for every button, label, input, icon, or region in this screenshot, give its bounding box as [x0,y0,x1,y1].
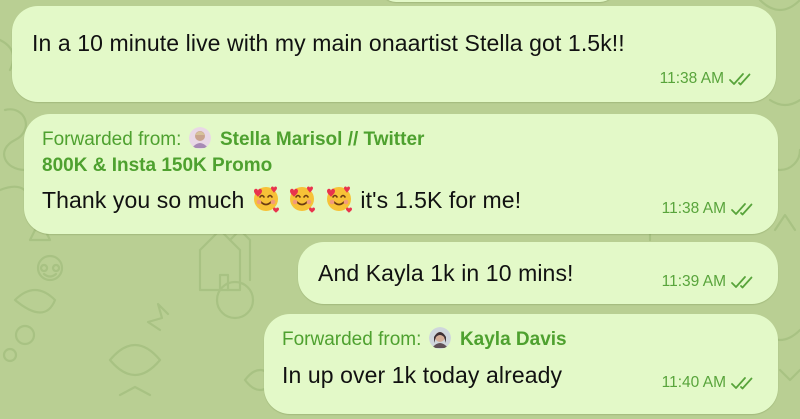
forwarded-label: Forwarded from: [282,329,422,350]
message-bubble-forwarded[interactable]: Forwarded from: Kayla Davis In up over 1… [264,314,778,414]
forwarded-source-name-continued[interactable]: 800K & Insta 150K Promo [42,155,272,177]
message-text: In a 10 minute live with my main onaarti… [32,30,625,56]
smiling-face-with-hearts-icon [326,186,352,213]
double-check-icon [731,377,753,390]
double-check-icon [729,73,751,86]
forwarded-label: Forwarded from: [42,129,182,150]
message-bubble-partial[interactable] [380,0,616,2]
message-text: In up over 1k today already [282,362,563,388]
message-meta: 11:40 AM [662,374,756,392]
forwarded-source-name[interactable]: Kayla Davis [460,329,567,350]
message-text-part: it's 1.5K for me! [360,187,522,213]
message-meta: 11:39 AM [662,273,756,291]
double-check-icon [731,203,753,216]
message-bubble-forwarded[interactable]: Forwarded from: Stella Marisol // Twitte… [24,114,778,234]
message-time: 11:39 AM [661,273,726,290]
message-meta: 11:38 AM [662,200,756,218]
message-time: 11:38 AM [659,70,724,87]
message-time: 11:38 AM [661,200,726,217]
smiling-face-with-hearts-icon [253,186,279,213]
message-text: And Kayla 1k in 10 mins! [318,260,574,286]
message-text: Thank you so much it's 1.5K for me! [42,185,521,214]
message-bubble[interactable]: In a 10 minute live with my main onaarti… [12,6,776,102]
forwarded-header[interactable]: Forwarded from: Kayla Davis [282,327,567,351]
message-bubble[interactable]: And Kayla 1k in 10 mins! 11:39 AM [298,242,778,304]
avatar [188,127,211,149]
avatar [428,327,451,349]
message-text-part: Thank you so much [42,187,245,213]
forwarded-source-name[interactable]: Stella Marisol // Twitter [220,129,424,150]
smiling-face-with-hearts-icon [290,186,316,213]
forwarded-header[interactable]: Forwarded from: Stella Marisol // Twitte… [42,127,424,151]
forwarded-source-name-line2[interactable]: 800K & Insta 150K Promo [42,155,272,176]
message-time: 11:40 AM [661,374,726,391]
double-check-icon [731,276,753,289]
message-meta: 11:38 AM [660,70,754,88]
